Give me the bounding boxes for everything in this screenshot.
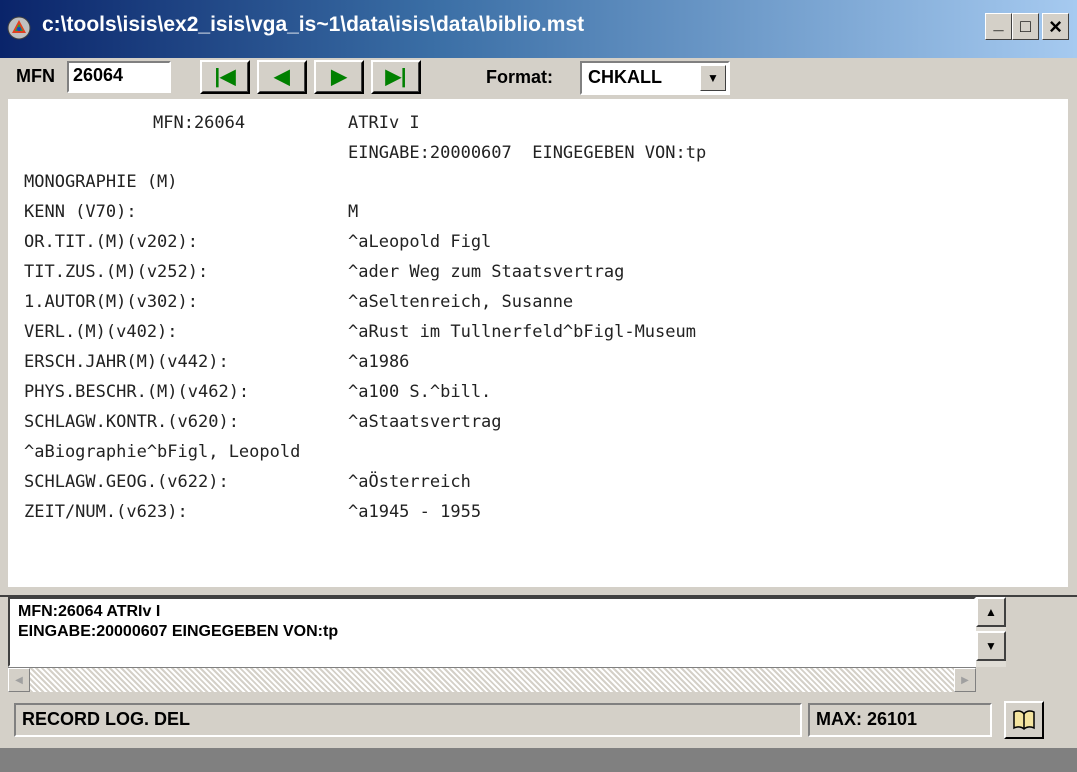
record-display[interactable]: MFN:26064 ATRIv I EINGABE:20000607 EINGE… [8,99,1068,587]
book-button[interactable] [1004,701,1044,739]
last-icon: ▶| [385,66,407,88]
app-window: c:\tools\isis\ex2_isis\vga_is~1\data\isi… [0,0,1077,748]
mfn-label: MFN [16,66,55,86]
field-value: ^ader Weg zum Staatsvertrag [348,262,625,282]
close-icon: × [1049,13,1062,39]
field-value: ^aLeopold Figl [348,232,492,252]
minimize-button[interactable]: _ [985,13,1012,40]
field-value-continuation: ^aBiographie^bFigl, Leopold [24,442,301,462]
field-value: ^a1986 [348,352,410,372]
field-label: SCHLAGW.KONTR.(v620): [24,412,239,432]
brief-horizontal-scrollbar[interactable]: ◀ ▶ [8,667,976,692]
last-record-button[interactable]: ▶| [371,60,421,94]
brief-line: EINGABE:20000607 EINGEGEBEN VON:tp [18,623,339,640]
field-value: ^aRust im Tullnerfeld^bFigl-Museum [348,322,696,342]
field-value: ^aÖsterreich [348,472,471,492]
field-label: ERSCH.JAHR(M)(v442): [24,352,229,372]
next-record-button[interactable]: ▶ [314,60,364,94]
scroll-left-button[interactable]: ◀ [8,668,30,692]
max-mfn-display: MAX: 26101 [808,703,992,737]
field-value: ^aSeltenreich, Susanne [348,292,574,312]
field-label: OR.TIT.(M)(v202): [24,232,198,252]
brief-display[interactable]: MFN:26064 ATRIv I EINGABE:20000607 EINGE… [8,597,976,667]
field-label: PHYS.BESCHR.(M)(v462): [24,382,250,402]
field-value: ^a1945 - 1955 [348,502,482,522]
scroll-right-button[interactable]: ▶ [954,668,976,692]
format-label: Format: [486,67,553,87]
previous-record-button[interactable]: ◀ [257,60,307,94]
window-title: c:\tools\isis\ex2_isis\vga_is~1\data\isi… [42,13,585,36]
maximize-icon: □ [1020,16,1031,36]
previous-icon: ◀ [274,66,290,88]
arrow-right-icon: ▶ [961,674,969,686]
first-record-button[interactable]: |◀ [200,60,250,94]
field-value: ^aStaatsvertrag [348,412,502,432]
field-value: ^a100 S.^bill. [348,382,492,402]
arrow-up-icon: ▲ [985,605,997,619]
first-icon: |◀ [214,66,236,88]
field-label: ZEIT/NUM.(v623): [24,502,188,522]
record-mfn-db: ATRIv I [348,113,420,133]
pane-splitter[interactable] [0,587,1077,597]
arrow-down-icon: ▼ [985,639,997,653]
brief-vertical-scrollbar[interactable]: ▲ ▼ [976,597,1006,667]
toolbar: MFN 26064 |◀ ◀ ▶ ▶| Format: CHKALL ▼ [0,58,1077,98]
maximize-button[interactable]: □ [1012,13,1039,40]
next-icon: ▶ [331,66,347,88]
format-dropdown-button[interactable]: ▼ [700,65,726,91]
mfn-input[interactable]: 26064 [67,61,171,93]
arrow-left-icon: ◀ [15,674,23,686]
format-select[interactable]: CHKALL ▼ [580,61,730,95]
field-label: VERL.(M)(v402): [24,322,178,342]
brief-line: MFN:26064 ATRIv I [18,603,161,620]
app-icon [7,16,31,40]
field-label: SCHLAGW.GEOG.(v622): [24,472,229,492]
scroll-up-button[interactable]: ▲ [976,597,1006,627]
title-bar[interactable]: c:\tools\isis\ex2_isis\vga_is~1\data\isi… [0,0,1077,58]
record-mfn: MFN:26064 [153,113,246,133]
record-entry-info: EINGABE:20000607 EINGEGEBEN VON:tp [348,143,707,163]
field-label: 1.AUTOR(M)(v302): [24,292,198,312]
format-value: CHKALL [588,67,662,87]
record-type: MONOGRAPHIE (M) [24,172,178,192]
scroll-down-button[interactable]: ▼ [976,631,1006,661]
field-value: M [348,202,359,222]
minimize-icon: _ [993,13,1004,33]
book-icon [1013,710,1035,731]
field-label: KENN (V70): [24,202,137,222]
field-label: TIT.ZUS.(M)(v252): [24,262,209,282]
status-message: RECORD LOG. DEL [14,703,802,737]
status-bar: RECORD LOG. DEL MAX: 26101 [0,697,1077,748]
close-button[interactable]: × [1042,13,1069,40]
chevron-down-icon: ▼ [707,71,719,85]
